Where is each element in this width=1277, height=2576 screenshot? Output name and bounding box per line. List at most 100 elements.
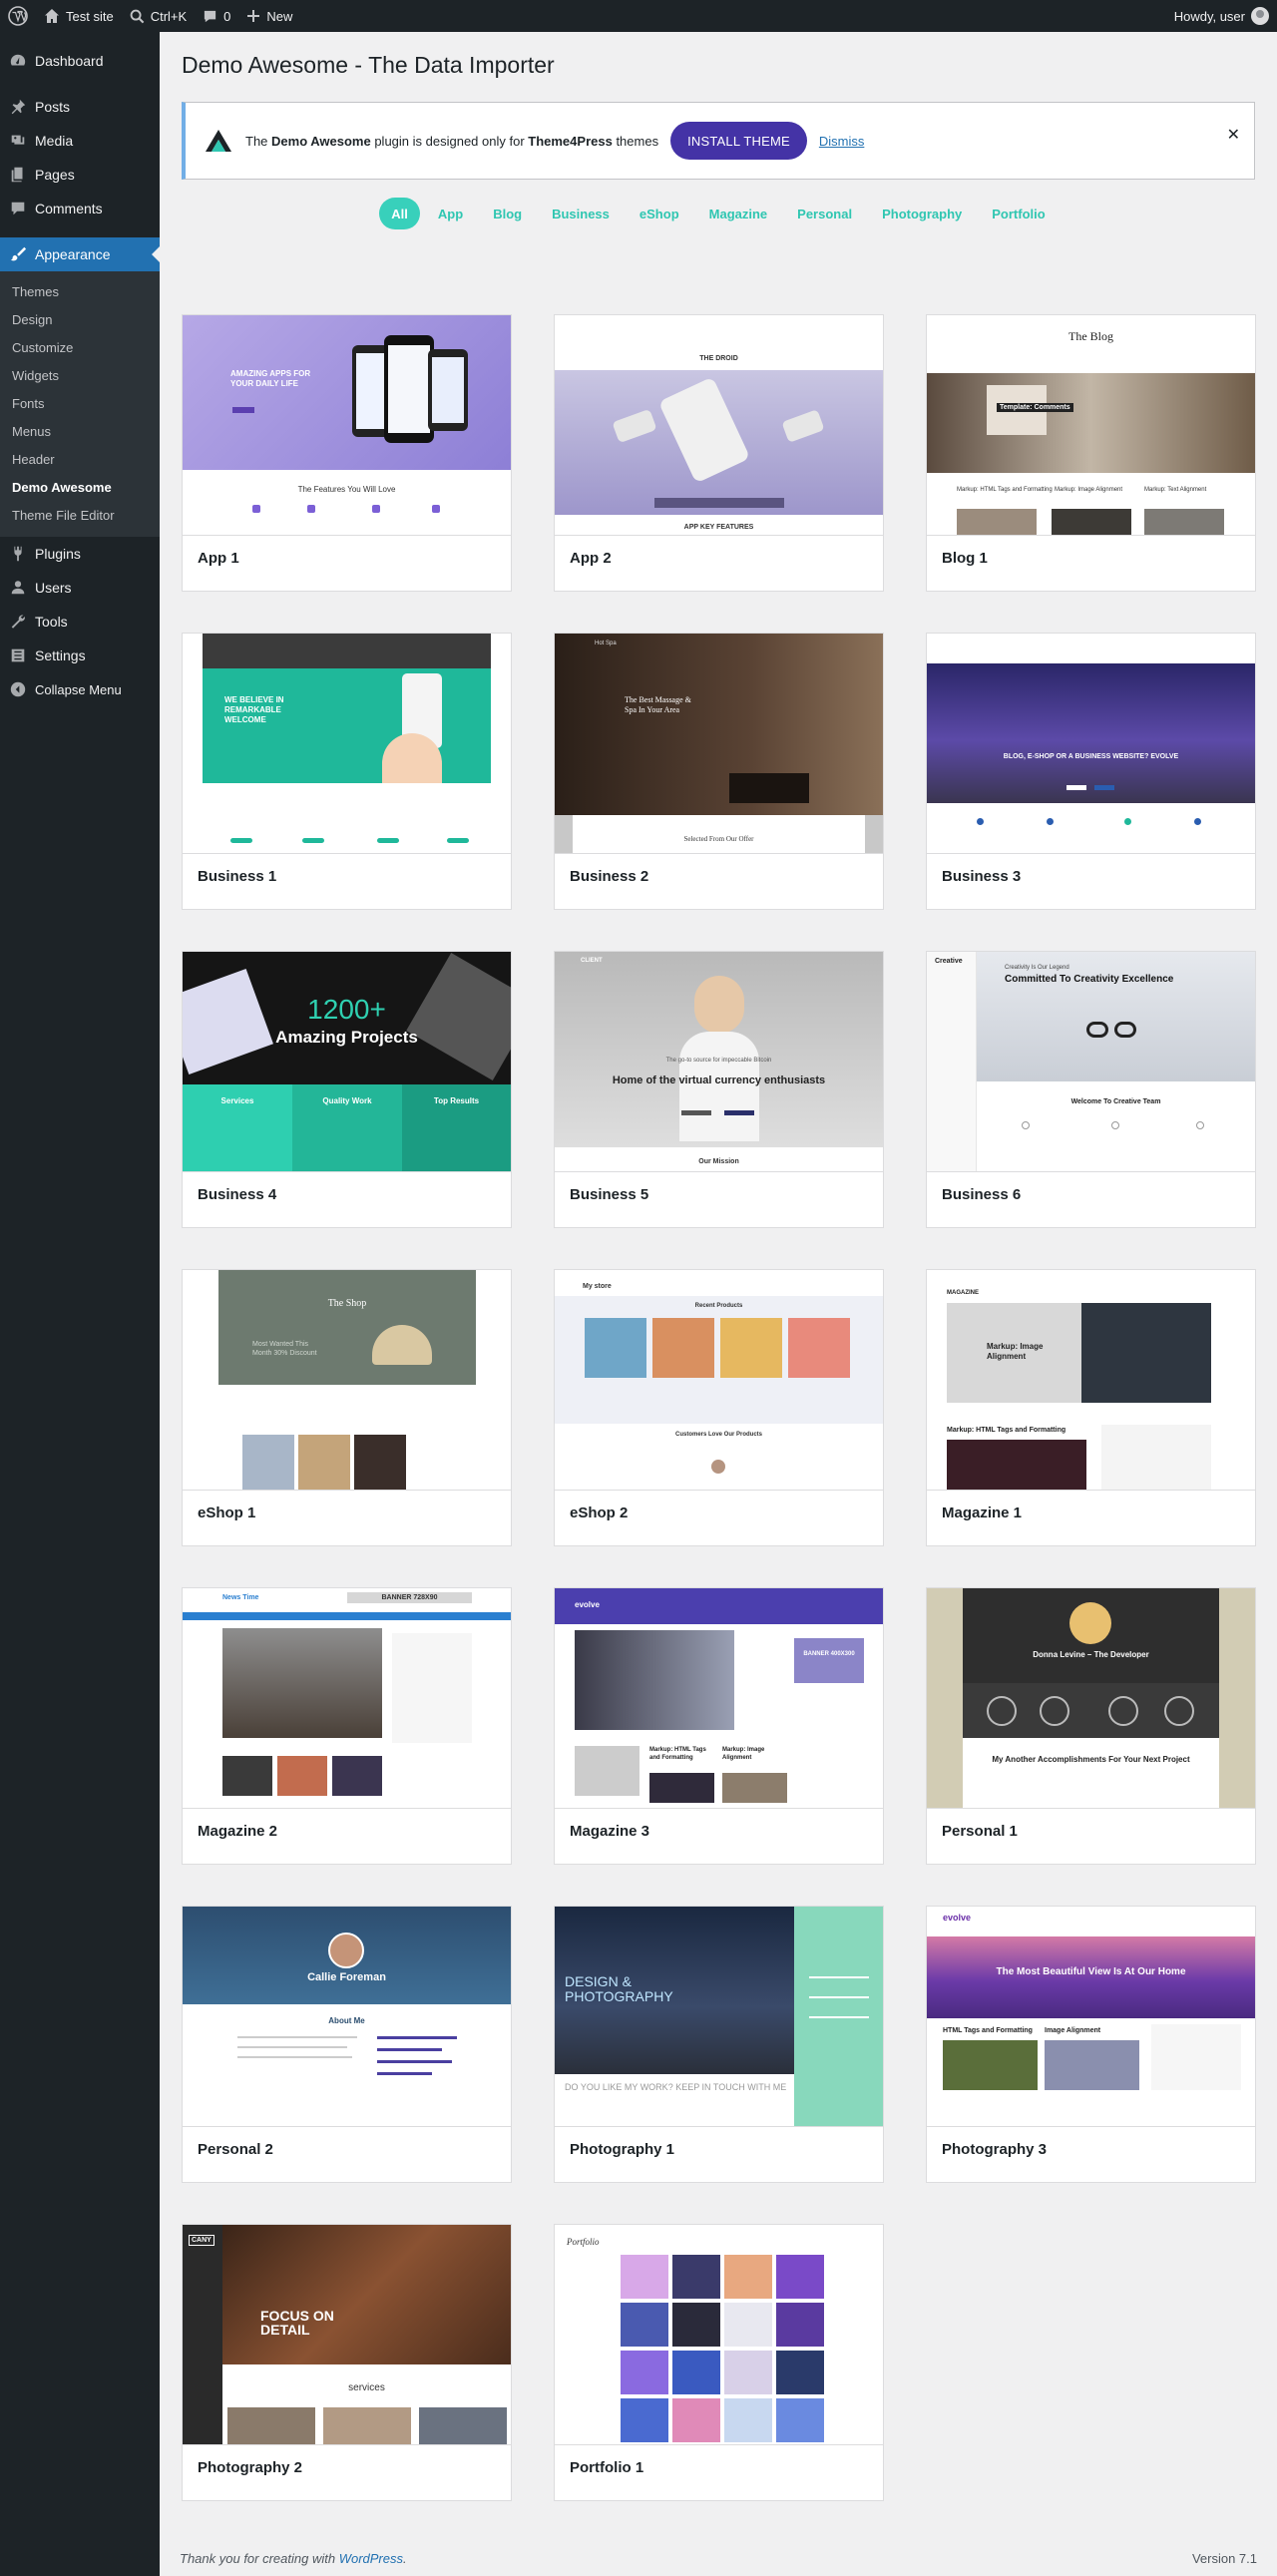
thumb-text: Image Alignment	[1045, 2027, 1101, 2034]
thumb-text: Template: Comments	[997, 403, 1073, 412]
menu-comments[interactable]: Comments	[0, 192, 160, 225]
submenu-theme-file-editor[interactable]: Theme File Editor	[0, 502, 160, 530]
new-content-menu[interactable]: New	[238, 0, 300, 32]
demo-card[interactable]: THE DROID APP KEY FEATURES App 2	[554, 314, 884, 592]
menu-label: Collapse Menu	[35, 681, 122, 697]
wrench-icon	[11, 615, 25, 629]
wp-logo-menu[interactable]	[0, 0, 36, 32]
thumb-text: MAGAZINE	[947, 1290, 979, 1296]
submenu-themes[interactable]: Themes	[0, 278, 160, 306]
settings-icon	[11, 648, 25, 662]
demo-card[interactable]: WE BELIEVE IN REMARKABLE WELCOME Busines…	[182, 633, 512, 910]
comments-link[interactable]: 0	[195, 0, 238, 32]
footer-version: Version 7.1	[1191, 2551, 1257, 2566]
filter-all[interactable]: All	[379, 198, 420, 229]
demo-card[interactable]: Creative Creativity Is Our Legend Commit…	[926, 951, 1256, 1228]
demo-card[interactable]: CANY FOCUS ON DETAIL services Photograph…	[182, 2224, 512, 2501]
submenu-design[interactable]: Design	[0, 306, 160, 334]
collapse-menu-button[interactable]: Collapse Menu	[0, 672, 160, 706]
new-label: New	[266, 8, 293, 24]
demo-name: Business 5	[570, 1186, 649, 1203]
demo-card[interactable]: AMAZING APPS FOR YOUR DAILY LIFE The Fea…	[182, 314, 512, 592]
filter-business[interactable]: Business	[540, 198, 622, 229]
my-account-menu[interactable]: Howdy, user	[1166, 0, 1277, 32]
thumb-text: Markup: Image Alignment	[987, 1342, 1044, 1361]
demo-awesome-logo-icon	[206, 130, 231, 152]
demo-card[interactable]: The Blog Template: Comments Markup: HTML…	[926, 314, 1256, 592]
dismiss-link[interactable]: Dismiss	[819, 134, 865, 149]
plus-icon	[247, 10, 260, 22]
thumb-text: DESIGN & PHOTOGRAPHY	[565, 1973, 673, 2004]
submenu-header[interactable]: Header	[0, 446, 160, 474]
menu-label: Pages	[35, 167, 75, 183]
users-icon	[11, 581, 25, 595]
submenu-demo-awesome[interactable]: Demo Awesome	[0, 474, 160, 502]
install-theme-button[interactable]: INSTALL THEME	[670, 122, 807, 160]
submenu-widgets[interactable]: Widgets	[0, 362, 160, 390]
thumb-text: Customers Love Our Products	[674, 1432, 763, 1438]
wordpress-link[interactable]: WordPress	[339, 2551, 403, 2566]
demo-card[interactable]: Callie Foreman About Me Personal 2	[182, 1906, 512, 2183]
demo-card[interactable]: evolve BANNER 400X300 Markup: HTML Tags …	[554, 1587, 884, 1865]
admin-sidebar: Dashboard Posts Media Pages Comments App…	[0, 32, 160, 2576]
demo-card[interactable]: Portfolio Portfolio 1	[554, 2224, 884, 2501]
demo-name: Business 1	[198, 868, 277, 885]
filter-magazine[interactable]: Magazine	[697, 198, 780, 229]
demo-card[interactable]: News Time BANNER 728X90 Magazine 2	[182, 1587, 512, 1865]
filter-app[interactable]: App	[426, 198, 475, 229]
site-name-link[interactable]: Test site	[36, 0, 122, 32]
menu-plugins[interactable]: Plugins	[0, 537, 160, 571]
plugin-icon	[14, 546, 22, 562]
demo-name: App 1	[198, 550, 239, 567]
menu-posts[interactable]: Posts	[0, 90, 160, 124]
demo-thumbnail: THE DROID APP KEY FEATURES	[555, 315, 883, 536]
thumb-text: HTML Tags and Formatting	[943, 2027, 1033, 2034]
demo-card[interactable]: Donna Levine – The Developer My Another …	[926, 1587, 1256, 1865]
command-palette-button[interactable]: Ctrl+K	[122, 0, 195, 32]
thumb-text: Markup: HTML Tags and Formatting	[957, 487, 1053, 493]
thumb-text: Selected From Our Offer	[683, 835, 754, 843]
avatar	[1251, 7, 1269, 25]
thumb-text: Donna Levine – The Developer	[1033, 1650, 1149, 1659]
menu-appearance[interactable]: Appearance	[0, 237, 160, 271]
filter-portfolio[interactable]: Portfolio	[980, 198, 1057, 229]
menu-settings[interactable]: Settings	[0, 639, 160, 672]
demo-card[interactable]: 1200+ Amazing Projects Services Quality …	[182, 951, 512, 1228]
demo-name: Business 6	[942, 1186, 1022, 1203]
demo-card[interactable]: The Shop Most Wanted This Month 30% Disc…	[182, 1269, 512, 1546]
submenu-menus[interactable]: Menus	[0, 418, 160, 446]
demo-thumbnail: News Time BANNER 728X90	[183, 1588, 511, 1809]
filter-personal[interactable]: Personal	[785, 198, 864, 229]
demo-card[interactable]: CLIENT The go-to source for impeccable B…	[554, 951, 884, 1228]
thumb-text: services	[348, 2382, 385, 2393]
filter-blog[interactable]: Blog	[481, 198, 534, 229]
demo-card[interactable]: DESIGN & PHOTOGRAPHY DO YOU LIKE MY WORK…	[554, 1906, 884, 2183]
menu-media[interactable]: Media	[0, 124, 160, 158]
demo-card[interactable]: My store Recent Products Customers Love …	[554, 1269, 884, 1546]
demo-name: Magazine 2	[198, 1823, 278, 1840]
filter-eshop[interactable]: eShop	[628, 198, 691, 229]
submenu-fonts[interactable]: Fonts	[0, 390, 160, 418]
menu-dashboard[interactable]: Dashboard	[0, 44, 160, 78]
home-icon	[45, 9, 59, 23]
thumb-text: Amazing Projects	[275, 1028, 418, 1047]
menu-label: Settings	[35, 647, 86, 663]
thumb-text: Portfolio	[567, 2237, 600, 2247]
demo-name: Business 4	[198, 1186, 277, 1203]
submenu-customize[interactable]: Customize	[0, 334, 160, 362]
demo-card[interactable]: Hot Spa The Best Massage & Spa In Your A…	[554, 633, 884, 910]
demo-thumbnail: DESIGN & PHOTOGRAPHY DO YOU LIKE MY WORK…	[555, 1907, 883, 2127]
demo-thumbnail: Portfolio	[555, 2225, 883, 2445]
filter-photography[interactable]: Photography	[870, 198, 974, 229]
menu-pages[interactable]: Pages	[0, 158, 160, 192]
demo-card[interactable]: MAGAZINE Markup: Image Alignment Markup:…	[926, 1269, 1256, 1546]
close-icon[interactable]: ✕	[1227, 125, 1240, 145]
theme-notice: The Demo Awesome plugin is designed only…	[182, 102, 1255, 180]
thumb-text: Home of the virtual currency enthusiasts	[612, 1074, 826, 1086]
demo-thumbnail: The Shop Most Wanted This Month 30% Disc…	[183, 1270, 511, 1491]
demo-card[interactable]: BLOG, E-SHOP OR A BUSINESS WEBSITE? EVOL…	[926, 633, 1256, 910]
demo-card[interactable]: evolve The Most Beautiful View Is At Our…	[926, 1906, 1256, 2183]
thumb-text: BLOG, E-SHOP OR A BUSINESS WEBSITE? EVOL…	[1003, 753, 1179, 760]
menu-users[interactable]: Users	[0, 571, 160, 605]
menu-tools[interactable]: Tools	[0, 605, 160, 639]
